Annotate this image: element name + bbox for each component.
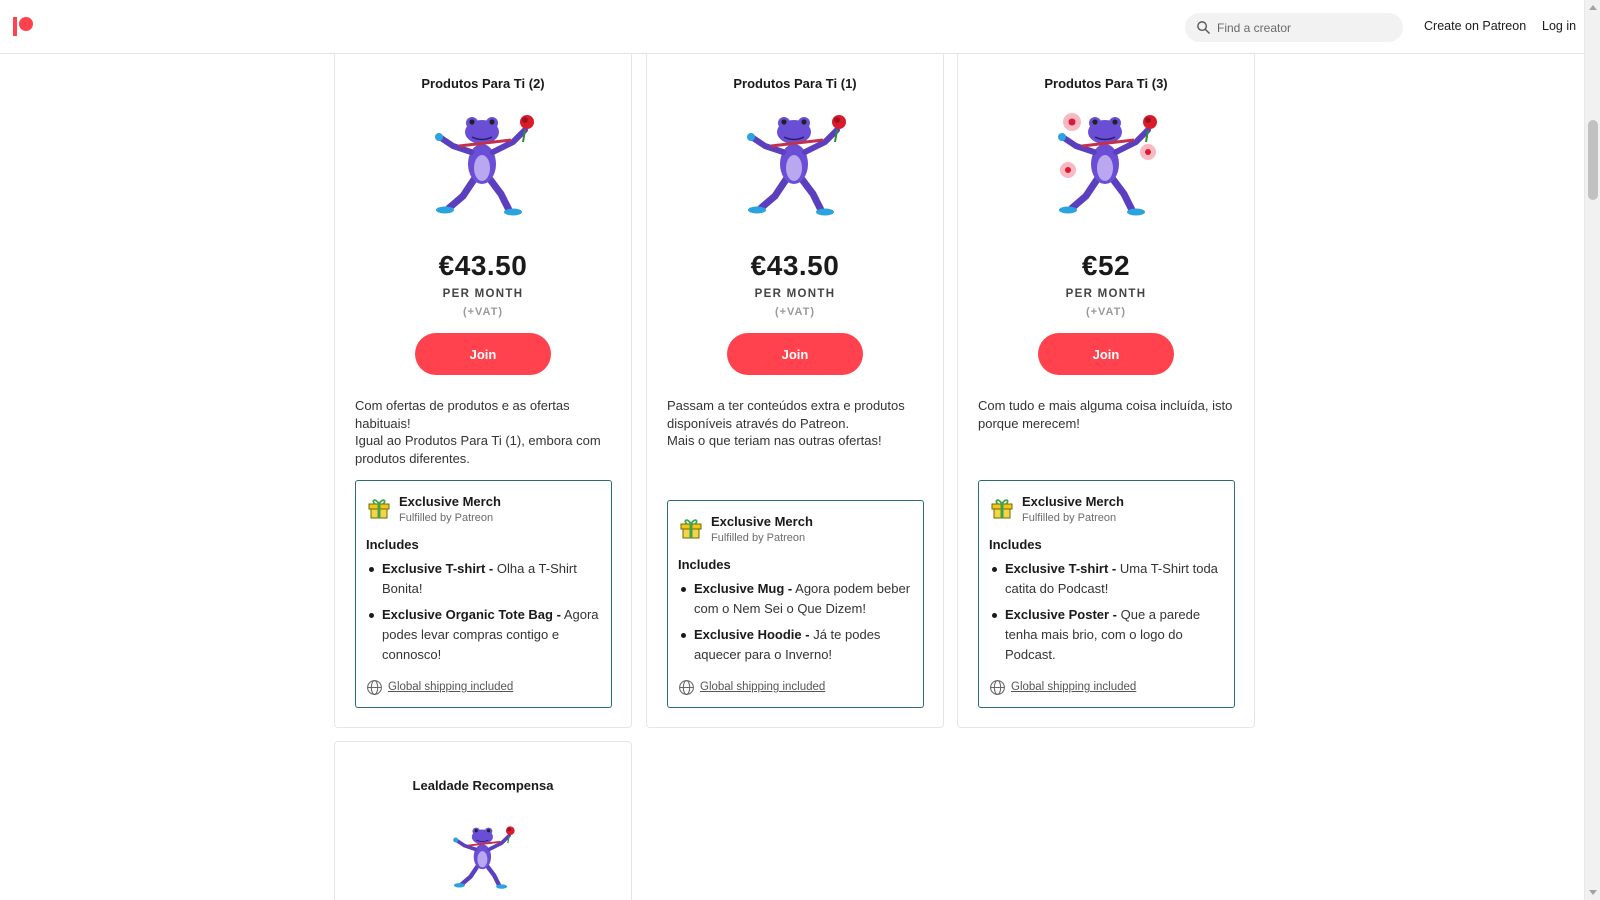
list-item: Exclusive Poster - Que a parede tenha ma… [989,605,1226,665]
tier-price: €43.50 [750,250,840,281]
search-icon [1197,21,1210,34]
description-line: Com tudo e mais alguma coisa incluída, i… [978,398,1233,431]
description-line: Igual ao Produtos Para Ti (1), embora co… [355,433,601,466]
top-navigation-bar: Create on Patreon Log in [0,0,1584,54]
merch-items-list: Exclusive T-shirt - Olha a T-Shirt Bonit… [366,559,603,671]
scroll-up-arrow-icon[interactable] [1589,5,1597,10]
frog-mascot-image [427,108,539,224]
search-input[interactable] [1217,17,1393,38]
globe-icon [990,680,1005,695]
join-button[interactable]: Join [1038,333,1174,375]
merch-subtitle: Fulfilled by Patreon [399,512,494,524]
tier-card-lealdade-recompensa: Lealdade Recompensa [334,741,632,900]
tier-title: Produtos Para Ti (1) [733,76,857,91]
gift-icon [680,519,702,539]
tier-description: Com ofertas de produtos e as ofertas hab… [355,397,613,467]
scroll-down-arrow-icon[interactable] [1589,890,1597,895]
item-name: Exclusive Poster - [1005,607,1117,622]
list-item: Exclusive Hoodie - Já te podes aquecer p… [678,625,915,665]
exclusive-merch-box: Exclusive Merch Fulfilled by Patreon Inc… [667,500,924,708]
global-shipping-link[interactable]: Global shipping included [700,681,825,693]
includes-heading: Includes [366,537,419,552]
patreon-logo-icon[interactable] [13,17,35,37]
frog-mascot-image [739,108,851,224]
vat-label: (+VAT) [774,306,816,318]
globe-icon [679,680,694,695]
page-scrollbar[interactable] [1584,0,1600,900]
globe-icon [367,680,382,695]
tier-title: Produtos Para Ti (2) [421,76,545,91]
join-button[interactable]: Join [415,333,551,375]
item-name: Exclusive T-shirt - [382,561,494,576]
merch-title: Exclusive Merch [711,514,813,529]
tier-description: Com tudo e mais alguma coisa incluída, i… [978,397,1236,432]
merch-subtitle: Fulfilled by Patreon [711,532,806,544]
tier-price: €43.50 [438,250,528,281]
frog-mascot-fireworks-image [1050,108,1162,224]
merch-title: Exclusive Merch [1022,494,1124,509]
exclusive-merch-box: Exclusive Merch Fulfilled by Patreon Inc… [355,480,612,708]
description-line: Mais o que teriam nas outras ofertas! [667,433,882,448]
list-item: Exclusive T-shirt - Uma T-Shirt toda cat… [989,559,1226,599]
list-item: Exclusive Mug - Agora podem beber com o … [678,579,915,619]
list-item: Exclusive T-shirt - Olha a T-Shirt Bonit… [366,559,603,599]
item-name: Exclusive Mug - [694,581,793,596]
gift-icon [368,499,390,519]
tier-title: Lealdade Recompensa [412,778,554,793]
create-on-patreon-link[interactable]: Create on Patreon [1424,19,1526,33]
merch-items-list: Exclusive T-shirt - Uma T-Shirt toda cat… [989,559,1226,671]
exclusive-merch-box: Exclusive Merch Fulfilled by Patreon Inc… [978,480,1235,708]
tier-card-produtos-1: Produtos Para Ti (1) €43.50 PER MONTH (+… [646,40,944,728]
tier-card-produtos-2: Produtos Para Ti (2) €43.50 PER MONTH (+… [334,40,632,728]
frog-mascot-image [448,822,518,894]
tier-price: €52 [1081,250,1131,281]
vat-label: (+VAT) [1085,306,1127,318]
vat-label: (+VAT) [462,306,504,318]
item-name: Exclusive Organic Tote Bag - [382,607,561,622]
item-name: Exclusive Hoodie - [694,627,810,642]
merch-items-list: Exclusive Mug - Agora podem beber com o … [678,579,915,671]
merch-subtitle: Fulfilled by Patreon [1022,512,1117,524]
list-item: Exclusive Organic Tote Bag - Agora podes… [366,605,603,665]
billing-period-label: PER MONTH [442,288,524,300]
gift-icon [991,499,1013,519]
tier-card-produtos-3: Produtos Para Ti (3) €52 PER MONTH (+VAT… [957,40,1255,728]
merch-title: Exclusive Merch [399,494,501,509]
includes-heading: Includes [989,537,1042,552]
includes-heading: Includes [678,557,731,572]
tier-title: Produtos Para Ti (3) [1044,76,1168,91]
item-name: Exclusive T-shirt - [1005,561,1117,576]
billing-period-label: PER MONTH [754,288,836,300]
billing-period-label: PER MONTH [1065,288,1147,300]
global-shipping-link[interactable]: Global shipping included [1011,681,1136,693]
description-line: Com ofertas de produtos e as ofertas hab… [355,398,570,431]
global-shipping-link[interactable]: Global shipping included [388,681,513,693]
log-in-link[interactable]: Log in [1542,19,1576,33]
tier-description: Passam a ter conteúdos extra e produtos … [667,397,925,450]
join-button[interactable]: Join [727,333,863,375]
scrollbar-thumb[interactable] [1588,120,1598,200]
description-line: Passam a ter conteúdos extra e produtos … [667,398,905,431]
creator-search-box[interactable] [1185,13,1403,42]
